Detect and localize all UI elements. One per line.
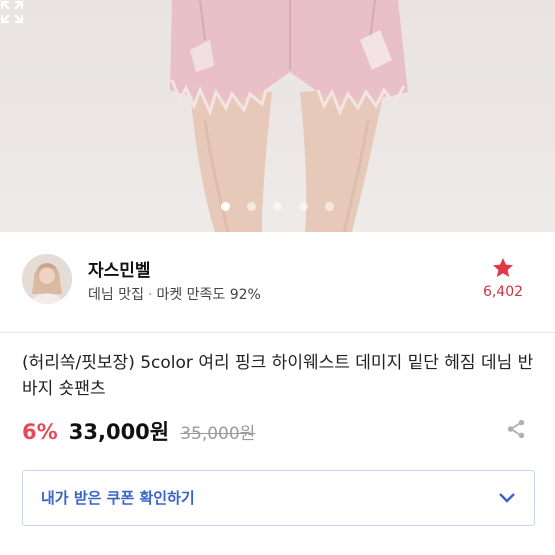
carousel-dot[interactable] <box>325 202 335 211</box>
carousel-dot[interactable] <box>220 202 230 211</box>
expand-icon[interactable] <box>0 0 24 24</box>
seller-avatar[interactable] <box>22 254 72 304</box>
share-icon[interactable] <box>505 418 527 440</box>
coupon-label: 내가 받은 쿠폰 확인하기 <box>41 489 195 507</box>
carousel-dot[interactable] <box>273 202 282 211</box>
seller-description: 데님 맛집 · 마켓 만족도 92% <box>88 287 261 303</box>
coupon-check-button[interactable]: 내가 받은 쿠폰 확인하기 <box>22 470 535 526</box>
sale-price: 33,000원 <box>68 420 170 444</box>
seller-name[interactable]: 자스민벨 <box>88 256 151 281</box>
seller-category: 데님 맛집 <box>88 287 144 303</box>
product-image[interactable] <box>0 0 555 232</box>
seller-section[interactable]: 자스민벨 데님 맛집 · 마켓 만족도 92% 6,402 <box>0 232 555 333</box>
carousel-dot[interactable] <box>246 202 256 211</box>
seller-satisfaction: 마켓 만족도 92% <box>156 287 261 303</box>
chevron-down-icon <box>499 493 515 503</box>
price-row: 6% 33,000원 35,000원 <box>22 416 537 446</box>
carousel-dot[interactable] <box>299 202 309 211</box>
discount-rate: 6% <box>22 420 58 444</box>
favorite-count: 6,402 <box>482 284 524 300</box>
carousel-indicator <box>0 196 555 215</box>
original-price: 35,000원 <box>180 424 256 444</box>
favorite-button[interactable]: 6,402 <box>473 256 533 300</box>
star-icon <box>493 258 513 277</box>
product-title: (허리쏙/핏보장) 5color 여리 핑크 하이웨스트 데미지 밑단 헤짐 데… <box>22 353 534 399</box>
